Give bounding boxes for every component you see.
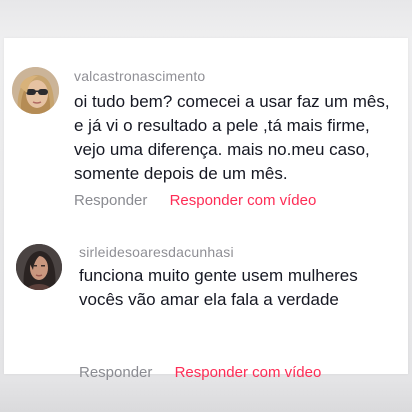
comments-card: valcastronascimento oi tudo bem? comecei…	[4, 38, 409, 381]
reply-with-video-button[interactable]: Responder com vídeo	[175, 364, 322, 381]
comment-username[interactable]: valcastronascimento	[74, 68, 205, 84]
comment-actions: Responder Responder com vídeo	[79, 364, 321, 381]
comment-text-line: e já vi o resultado a pele ,tá mais firm…	[74, 116, 370, 135]
reply-button[interactable]: Responder	[79, 364, 152, 381]
reply-with-video-button[interactable]: Responder com vídeo	[170, 192, 317, 209]
comment-text: funciona muito gente usem mulheres vocês…	[79, 264, 409, 312]
comment-text-line: oi tudo bem? comecei a usar faz um mês,	[74, 92, 390, 111]
comment-actions: Responder Responder com vídeo	[74, 192, 316, 209]
avatar-woman-sunglasses-icon	[12, 67, 59, 114]
comment-username[interactable]: sirleidesoaresdacunhasi	[79, 244, 234, 260]
avatar-woman-icon	[16, 244, 62, 290]
user-avatar[interactable]	[16, 244, 62, 290]
comment-text-line: funciona muito gente usem mulheres	[79, 266, 358, 285]
comment-text-line: somente depois de um mês.	[74, 164, 288, 183]
comment-text-line: vocês vão amar ela fala a verdade	[79, 290, 339, 309]
comment-text-line: vejo uma diferença. mais no.meu caso,	[74, 140, 370, 159]
user-avatar[interactable]	[12, 67, 59, 114]
comment-text: oi tudo bem? comecei a usar faz um mês, …	[74, 90, 404, 186]
screen: { "comments": [ { "username": "valcastro…	[0, 0, 412, 412]
reply-button[interactable]: Responder	[74, 192, 147, 209]
